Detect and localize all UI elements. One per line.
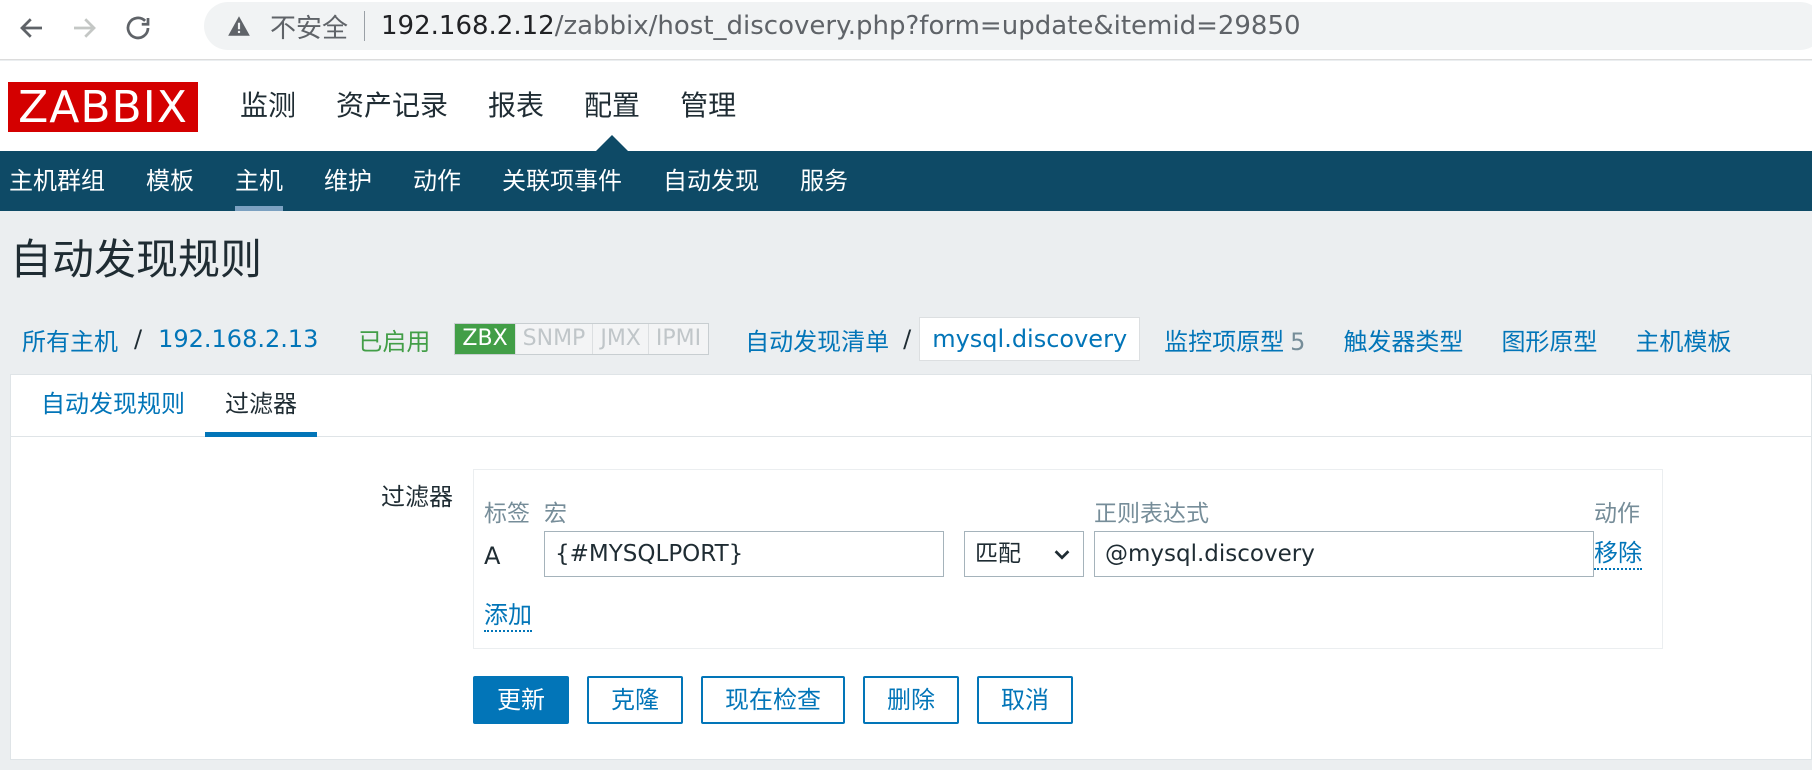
- filter-label: 过滤器: [381, 483, 453, 511]
- form-buttons: 更新 克隆 现在检查 删除 取消: [473, 676, 1091, 724]
- check-now-button[interactable]: 现在检查: [701, 676, 845, 724]
- delete-button[interactable]: 删除: [863, 676, 959, 724]
- address-bar[interactable]: 不安全 192.168.2.12 /zabbix/host_discovery.…: [204, 2, 1812, 50]
- app-header: ZABBIX 监测 资产记录 报表 配置 管理: [0, 61, 1812, 151]
- condition-letter: A: [484, 542, 501, 570]
- sub-menu-host-groups[interactable]: 主机群组: [0, 151, 125, 211]
- form-panel: 自动发现规则 过滤器 过滤器 标签 宏 正则表达式 动作 A {#MYSQLPO…: [10, 374, 1812, 760]
- regex-input[interactable]: @mysql.discovery: [1094, 531, 1594, 577]
- jmx-status-tag: JMX: [592, 324, 648, 354]
- sub-menu-hosts[interactable]: 主机: [226, 151, 303, 211]
- sub-menu: 主机群组 模板 主机 维护 动作 关联项事件 自动发现 服务: [0, 151, 1812, 211]
- sub-menu-discovery[interactable]: 自动发现: [654, 151, 779, 211]
- main-menu-administration[interactable]: 管理: [660, 61, 756, 151]
- zabbix-logo[interactable]: ZABBIX: [8, 82, 198, 133]
- breadcrumb-current-rule[interactable]: mysql.discovery: [919, 317, 1141, 361]
- page-title: 自动发现规则: [10, 235, 263, 284]
- header-macro: 宏: [544, 501, 567, 527]
- reload-icon[interactable]: [116, 6, 160, 50]
- breadcrumb-discovery-list[interactable]: 自动发现清单: [745, 322, 889, 357]
- macro-input[interactable]: {#MYSQLPORT}: [544, 531, 944, 577]
- form-tabs: 自动发现规则 过滤器: [11, 375, 1811, 437]
- host-prototypes-link[interactable]: 主机模板: [1635, 322, 1731, 357]
- breadcrumb-all-hosts[interactable]: 所有主机: [22, 322, 118, 357]
- item-prototypes-count: 5: [1290, 327, 1306, 356]
- zbx-status-tag: ZBX: [455, 324, 515, 354]
- main-menu-configuration[interactable]: 配置: [564, 61, 660, 151]
- url-divider: [364, 11, 366, 41]
- graph-prototypes-link[interactable]: 图形原型: [1501, 322, 1597, 357]
- header-action: 动作: [1594, 501, 1640, 527]
- host-enabled-status[interactable]: 已启用: [358, 322, 430, 357]
- tab-filters[interactable]: 过滤器: [205, 375, 317, 437]
- sub-menu-services[interactable]: 服务: [791, 151, 868, 211]
- insecure-label[interactable]: 不安全: [270, 8, 348, 45]
- item-prototypes-label: 监控项原型: [1164, 327, 1285, 356]
- forward-arrow-icon[interactable]: [62, 6, 106, 50]
- sub-menu-actions[interactable]: 动作: [404, 151, 481, 211]
- cancel-button[interactable]: 取消: [977, 676, 1073, 724]
- operator-value: 匹配: [975, 541, 1021, 567]
- sub-menu-maintenance[interactable]: 维护: [315, 151, 392, 211]
- back-arrow-icon[interactable]: [10, 6, 54, 50]
- url-path: /zabbix/host_discovery.php?form=update&i…: [554, 11, 1301, 41]
- browser-toolbar: 不安全 192.168.2.12 /zabbix/host_discovery.…: [0, 0, 1812, 60]
- trigger-prototypes-link[interactable]: 触发器类型: [1343, 322, 1463, 357]
- main-menu-inventory[interactable]: 资产记录: [316, 61, 468, 151]
- item-prototypes-link[interactable]: 监控项原型 5: [1164, 322, 1305, 357]
- header-regex: 正则表达式: [1094, 501, 1209, 527]
- clone-button[interactable]: 克隆: [587, 676, 683, 724]
- url-host: 192.168.2.12: [381, 11, 555, 41]
- breadcrumb-host[interactable]: 192.168.2.13: [158, 325, 318, 353]
- snmp-status-tag: SNMP: [514, 324, 593, 354]
- warning-triangle-icon[interactable]: [226, 11, 256, 41]
- operator-select[interactable]: 匹配: [964, 531, 1084, 577]
- breadcrumb-separator: /: [903, 325, 912, 353]
- breadcrumb-separator: /: [134, 325, 143, 353]
- tab-discovery-rule[interactable]: 自动发现规则: [21, 375, 205, 436]
- remove-condition-link[interactable]: 移除: [1594, 538, 1642, 570]
- ipmi-status-tag: IPMI: [647, 324, 709, 354]
- add-condition-link[interactable]: 添加: [484, 600, 532, 632]
- main-menu: 监测 资产记录 报表 配置 管理: [220, 61, 756, 151]
- update-button[interactable]: 更新: [473, 676, 569, 724]
- breadcrumb: 所有主机 / 192.168.2.13 已启用 ZBX SNMP JMX IPM…: [22, 315, 1769, 363]
- chevron-down-icon: [1054, 550, 1070, 560]
- header-label: 标签: [484, 501, 530, 527]
- sub-menu-event-correlation[interactable]: 关联项事件: [493, 151, 642, 211]
- main-menu-reports[interactable]: 报表: [468, 61, 564, 151]
- sub-menu-templates[interactable]: 模板: [137, 151, 214, 211]
- main-menu-monitoring[interactable]: 监测: [220, 61, 316, 151]
- availability-tags: ZBX SNMP JMX IPMI: [454, 323, 710, 355]
- filter-table: 标签 宏 正则表达式 动作 A {#MYSQLPORT} 匹配 @mysql.d…: [473, 469, 1663, 649]
